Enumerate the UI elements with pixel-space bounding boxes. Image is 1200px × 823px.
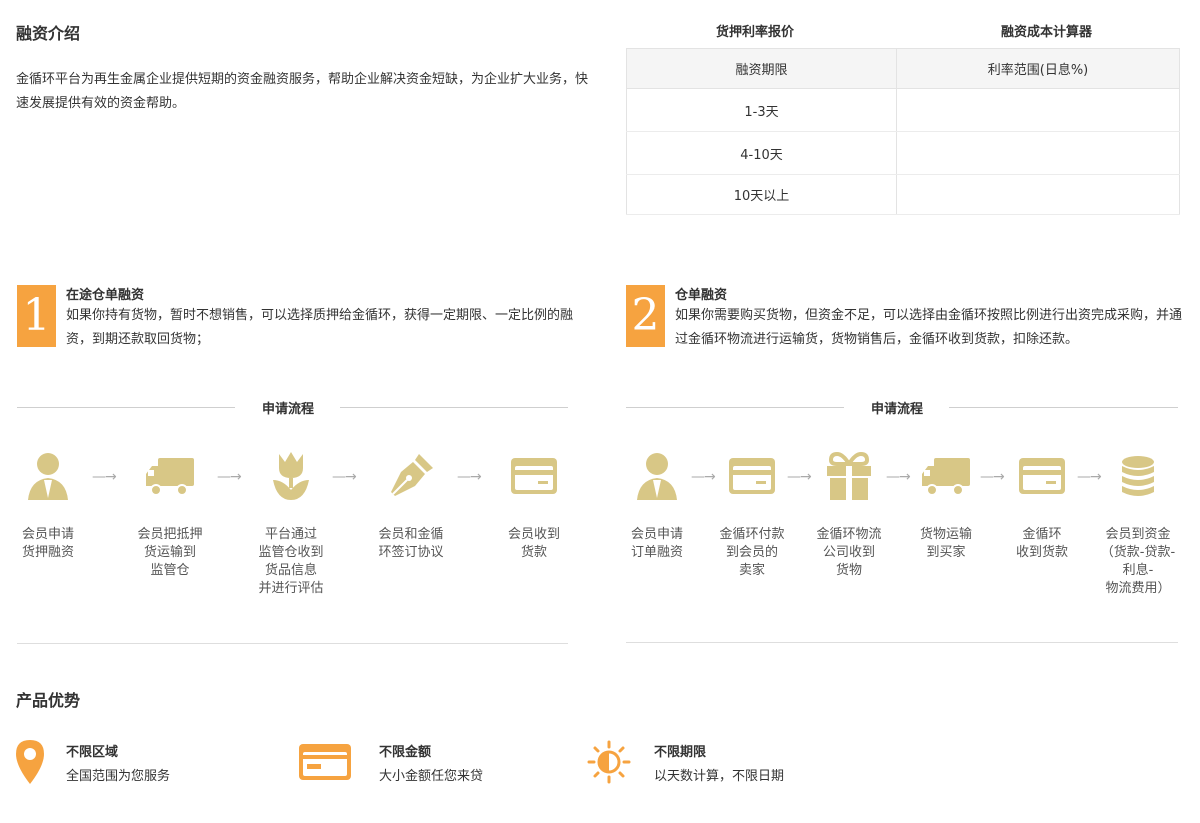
process2-step-2: 金循环付款 到会员的 卖家 [710, 450, 794, 580]
advantage-title: 不限区域 [66, 745, 119, 760]
truck-icon [146, 458, 194, 496]
step-label: 监管仓收到 [258, 545, 324, 560]
process1-step-2: 会员把抵押 货运输到 监管仓 [128, 450, 212, 580]
advantage-desc: 以天数计算，不限日期 [654, 769, 785, 784]
advantage-desc: 全国范围为您服务 [66, 769, 171, 784]
table-row: 10天以上 [626, 174, 1180, 215]
rate-table: 融资期限 利率范围(日息%) 1-3天 4-10天 10天以上 [626, 48, 1180, 215]
process1-step-5: 会员收到 货款 [492, 450, 576, 562]
tab-cost-calculator[interactable]: 融资成本计算器 [1001, 21, 1092, 40]
step-label: 物流费用） [1105, 581, 1171, 596]
step-label: 金循环 [1022, 527, 1062, 542]
step-label: 会员申请 [630, 527, 683, 542]
step-label: 货物 [835, 563, 862, 578]
person-icon [28, 453, 68, 500]
arrow-icon: —→ [332, 469, 357, 485]
process2-step-6: 会员到资金 （货款-贷款- 利息- 物流费用） [1094, 450, 1182, 598]
step-label: 会员和金循 [378, 527, 444, 542]
step-label: 环签订协议 [378, 545, 444, 560]
step-label: 收到货款 [1015, 545, 1068, 560]
arrow-icon: —→ [92, 469, 117, 485]
step-label: 卖家 [738, 563, 765, 578]
step-label: 货运输到 [143, 545, 196, 560]
card-icon [511, 458, 557, 494]
step-label: （货款-贷款- [1100, 545, 1176, 560]
step-label: 订单融资 [630, 545, 683, 560]
process-heading-2: 申请流程 [626, 398, 1178, 417]
rate-cell [896, 88, 1180, 132]
step-label: 货品信息 [264, 563, 317, 578]
step-label: 平台通过 [264, 527, 317, 542]
financing-title: 仓单融资 [675, 288, 728, 303]
step-label: 货押融资 [21, 545, 74, 560]
financing-title: 在途仓单融资 [66, 288, 145, 303]
advantage-title: 不限期限 [654, 745, 707, 760]
step-label: 到会员的 [725, 545, 778, 560]
step-label: 会员把抵押 [137, 527, 203, 542]
financing-page: 融资介绍 金循环平台为再生金属企业提供短期的资金融资服务，帮助企业解决资金短缺，… [0, 0, 1200, 823]
process-title: 申请流程 [262, 402, 315, 417]
person-icon [637, 453, 677, 500]
table-row: 1-3天 [626, 88, 1180, 132]
process2-step-4: 货物运输 到买家 [904, 450, 988, 562]
step-label: 货物运输 [919, 527, 972, 542]
advantages-title: 产品优势 [16, 691, 81, 710]
step-label: 到买家 [926, 545, 966, 560]
process2-step-5: 金循环 收到货款 [1000, 450, 1084, 562]
advantage-title: 不限金额 [379, 745, 432, 760]
gift-icon [827, 451, 871, 500]
card-icon [1019, 458, 1065, 494]
divider [949, 407, 1178, 408]
tulip-icon [273, 452, 309, 500]
arrow-icon: —→ [217, 469, 242, 485]
divider [626, 407, 844, 408]
number-badge: 1 [17, 285, 56, 347]
process-title: 申请流程 [871, 402, 924, 417]
table-row: 4-10天 [626, 131, 1180, 175]
step-label: 公司收到 [822, 545, 875, 560]
divider [17, 407, 235, 408]
process1-step-3: 平台通过 监管仓收到 货品信息 并进行评估 [249, 450, 333, 598]
location-pin-icon [16, 740, 44, 784]
process2-step-3: 金循环物流 公司收到 货物 [807, 450, 891, 580]
rate-cell [896, 174, 1180, 215]
step-label: 会员到资金 [1105, 527, 1171, 542]
financing-desc: 如果你持有货物，暂时不想销售，可以选择质押给金循环，获得一定期限、一定比例的融资… [66, 308, 574, 347]
process1-step-1: 会员申请 货押融资 [8, 450, 88, 562]
step-label: 金循环物流 [816, 527, 882, 542]
card-icon [729, 458, 775, 494]
rate-cell [896, 131, 1180, 175]
process1-step-4: 会员和金循 环签订协议 [369, 450, 453, 562]
sun-icon [587, 740, 631, 784]
process-heading-1: 申请流程 [17, 398, 568, 417]
truck-icon [922, 458, 970, 496]
step-label: 金循环付款 [719, 527, 785, 542]
intro-text: 金循环平台为再生金属企业提供短期的资金融资服务，帮助企业解决资金短缺，为企业扩大… [16, 72, 589, 111]
advantage-desc: 大小金额任您来贷 [379, 769, 484, 784]
pen-icon [391, 454, 433, 496]
step-label: 货款 [520, 545, 547, 560]
step-label: 会员收到 [507, 527, 560, 542]
term-cell: 10天以上 [626, 174, 897, 215]
tab-rate-quote[interactable]: 货押利率报价 [716, 21, 794, 40]
step-label: 并进行评估 [258, 581, 324, 596]
financing-desc: 如果你需要购买货物，但资金不足，可以选择由金循环按照比例进行出资完成采购，并通过… [675, 308, 1183, 347]
column-header-term: 融资期限 [626, 48, 897, 89]
term-cell: 4-10天 [626, 131, 897, 175]
step-label: 利息- [1122, 563, 1154, 578]
credit-card-icon [299, 744, 351, 780]
step-label: 会员申请 [21, 527, 74, 542]
number-badge: 2 [626, 285, 665, 347]
divider [340, 407, 568, 408]
column-header-rate: 利率范围(日息%) [896, 48, 1180, 89]
coins-icon [1122, 456, 1154, 496]
step-label: 监管仓 [150, 563, 190, 578]
arrow-icon: —→ [457, 469, 482, 485]
divider [17, 643, 568, 644]
table-header-row: 融资期限 利率范围(日息%) [626, 48, 1180, 89]
term-cell: 1-3天 [626, 88, 897, 132]
process2-step-1: 会员申请 订单融资 [617, 450, 697, 562]
divider [626, 642, 1178, 643]
intro-title: 融资介绍 [16, 24, 81, 43]
